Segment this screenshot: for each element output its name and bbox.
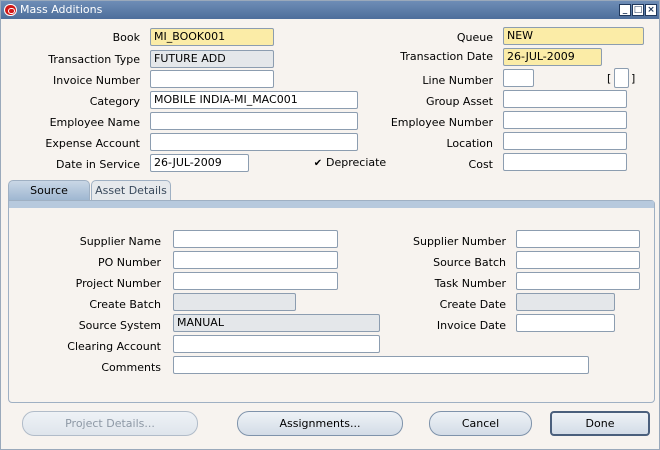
tab-asset-details[interactable]: Asset Details [91,180,171,200]
clearing-account-label: Clearing Account [67,340,161,353]
group-asset-label: Group Asset [425,95,493,108]
maximize-icon[interactable]: □ [632,4,644,16]
cost-label: Cost [468,158,493,171]
source-batch-label: Source Batch [433,256,506,269]
employee-number-label: Employee Number [390,116,493,129]
expense-account-label: Expense Account [45,137,140,150]
invoice-date-field[interactable] [516,314,615,332]
date-in-service-label: Date in Service [56,158,140,171]
po-number-label: PO Number [98,256,161,269]
checkmark-icon: ✔ [313,158,323,169]
create-batch-field[interactable] [173,293,296,311]
comments-field[interactable] [173,356,589,374]
tab-source[interactable]: Source [8,180,90,200]
source-system-field[interactable]: MANUAL [173,314,380,332]
employee-name-field[interactable] [150,112,358,130]
expense-account-field[interactable] [150,133,358,151]
book-label: Book [112,31,140,44]
comments-label: Comments [101,361,161,374]
employee-number-field[interactable] [503,111,627,129]
descriptive-flexfield[interactable] [614,68,629,88]
po-number-field[interactable] [173,251,338,269]
source-system-label: Source System [78,319,161,332]
done-button[interactable]: Done [550,411,650,436]
project-number-label: Project Number [75,277,161,290]
category-label: Category [89,95,140,108]
window-title: Mass Additions [20,3,103,16]
task-number-label: Task Number [434,277,506,290]
location-field[interactable] [503,132,627,150]
group-asset-field[interactable] [503,90,627,108]
minimize-icon[interactable]: _ [619,4,631,16]
queue-field[interactable]: NEW [503,27,644,45]
cost-field[interactable] [503,153,627,171]
create-date-label: Create Date [439,298,506,311]
source-batch-field[interactable] [516,251,640,269]
line-number-label: Line Number [422,74,493,87]
date-in-service-field[interactable]: 26-JUL-2009 [150,154,249,172]
depreciate-label: Depreciate [326,156,387,169]
title-bar[interactable]: Mass Additions _ □ × [1,1,659,19]
close-icon[interactable]: × [645,4,657,16]
book-field[interactable]: MI_BOOK001 [150,28,274,46]
category-field[interactable]: MOBILE INDIA-MI_MAC001 [150,91,358,109]
oracle-app-icon [4,4,17,16]
clearing-account-field[interactable] [173,335,380,353]
create-date-field[interactable] [516,293,615,311]
transaction-date-field[interactable]: 26-JUL-2009 [503,48,602,66]
mass-additions-window: Mass Additions _ □ × Book MI_BOOK001 Tra… [0,0,660,450]
invoice-number-field[interactable] [150,70,274,88]
queue-label: Queue [456,31,493,44]
project-number-field[interactable] [173,272,338,290]
transaction-date-label: Transaction Date [400,50,493,63]
task-number-field[interactable] [516,272,640,290]
supplier-name-label: Supplier Name [79,235,161,248]
create-batch-label: Create Batch [89,298,161,311]
project-details-button[interactable]: Project Details... [22,411,198,436]
invoice-number-label: Invoice Number [52,74,140,87]
cancel-button[interactable]: Cancel [429,411,532,436]
line-number-field[interactable] [503,69,534,87]
transaction-type-label: Transaction Type [48,53,140,66]
depreciate-checkbox[interactable]: ✔ Depreciate [313,156,386,169]
transaction-type-field[interactable]: FUTURE ADD [150,50,274,68]
location-label: Location [446,137,493,150]
employee-name-label: Employee Name [49,116,140,129]
supplier-number-label: Supplier Number [412,235,506,248]
bracket-open: [ [607,72,612,85]
bracket-close: ] [631,72,636,85]
supplier-name-field[interactable] [173,230,338,248]
invoice-date-label: Invoice Date [436,319,506,332]
assignments-button[interactable]: Assignments... [237,411,403,436]
supplier-number-field[interactable] [516,230,640,248]
